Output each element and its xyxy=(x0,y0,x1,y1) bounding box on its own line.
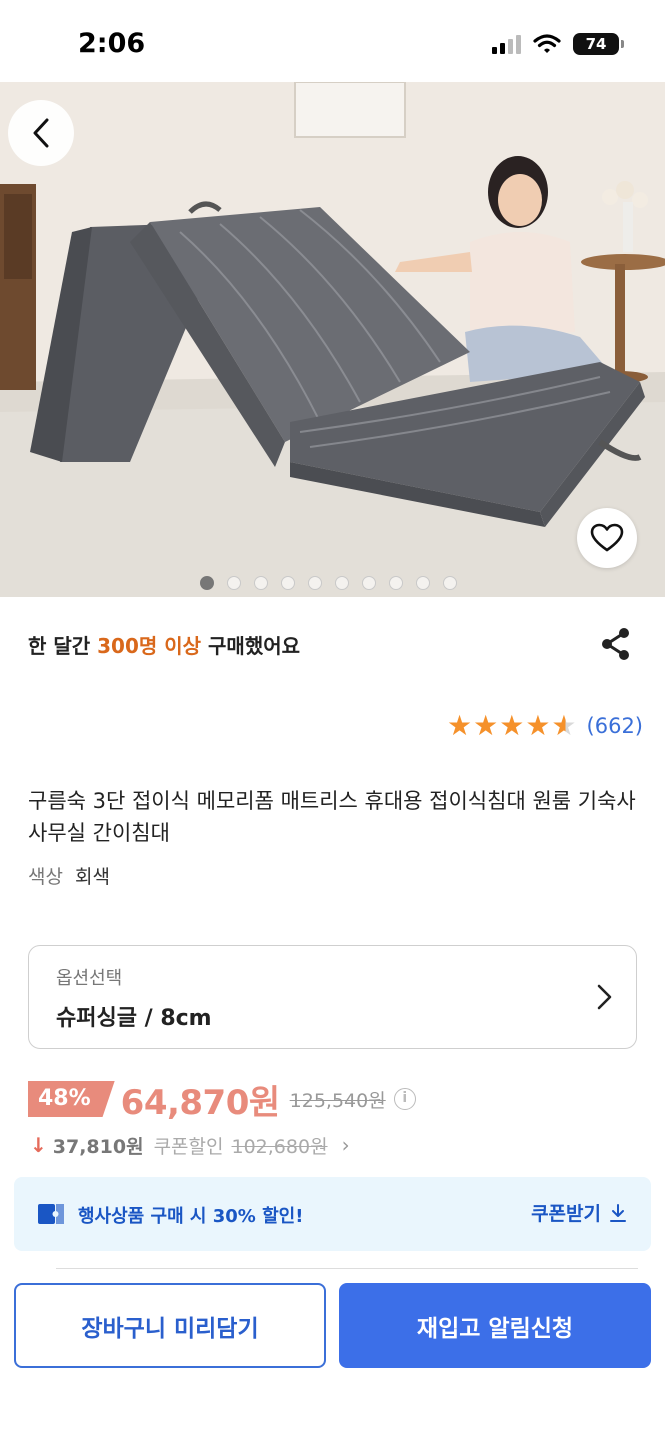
battery-icon: 74 xyxy=(573,33,624,55)
carousel-dot[interactable] xyxy=(443,576,457,590)
review-count[interactable]: (662) xyxy=(587,714,643,738)
chevron-left-icon xyxy=(33,118,49,148)
carousel-dot[interactable] xyxy=(416,576,430,590)
chevron-right-icon xyxy=(597,984,612,1010)
status-bar: 2:06 74 xyxy=(0,0,665,82)
product-photo xyxy=(0,82,665,597)
coupon-price: 37,810원 xyxy=(52,1135,144,1158)
download-icon xyxy=(610,1203,626,1222)
carousel-dot[interactable] xyxy=(281,576,295,590)
carousel-dot[interactable] xyxy=(227,576,241,590)
rating[interactable]: ★ ★ ★ ★ ★ (662) xyxy=(447,712,643,740)
carousel-dot[interactable] xyxy=(200,576,214,590)
discount-badge: 48% xyxy=(28,1081,115,1117)
coupon-price-row[interactable]: ↓ 37,810원 쿠폰할인 102,680원 › xyxy=(30,1130,350,1160)
option-select[interactable]: 옵션선택 슈퍼싱글 / 8cm xyxy=(28,945,637,1049)
cellular-signal-icon xyxy=(492,34,521,54)
carousel-dot[interactable] xyxy=(335,576,349,590)
carousel-dot[interactable] xyxy=(308,576,322,590)
star-rating: ★ ★ ★ ★ ★ xyxy=(447,712,577,740)
social-highlight: 300명 이상 xyxy=(97,634,202,658)
wifi-icon xyxy=(533,34,561,53)
star-icon: ★ xyxy=(551,709,577,742)
promo-text: 행사상품 구매 시 30% 할인! xyxy=(78,1206,304,1227)
status-time: 2:06 xyxy=(78,28,146,59)
coupon-icon xyxy=(38,1204,64,1224)
color-value: 회색 xyxy=(74,866,110,888)
star-icon: ★ xyxy=(446,709,473,742)
purchase-count-text: 한 달간 300명 이상 구매했어요 xyxy=(28,630,300,659)
product-title: 구름숙 3단 접이식 메모리폼 매트리스 휴대용 접이식침대 원룸 기숙사 사무… xyxy=(28,789,636,845)
share-button[interactable] xyxy=(598,626,634,662)
product-image-carousel[interactable] xyxy=(0,82,665,597)
status-icons: 74 xyxy=(492,33,624,55)
coupon-label: 쿠폰할인 xyxy=(153,1135,224,1158)
heart-icon xyxy=(590,523,624,552)
back-button[interactable] xyxy=(8,100,74,166)
option-label: 옵션선택 xyxy=(56,968,123,989)
price-row: 48% 64,870원 125,540원 i xyxy=(28,1078,416,1123)
color-label: 색상 xyxy=(28,866,63,888)
star-icon: ★ xyxy=(473,709,499,742)
star-icon: ★ xyxy=(525,709,551,742)
restock-alert-button[interactable]: 재입고 알림신청 xyxy=(339,1283,651,1368)
carousel-dot[interactable] xyxy=(254,576,268,590)
color-row: 색상 회색 xyxy=(28,862,110,889)
sale-price: 64,870원 xyxy=(120,1082,280,1123)
social-suffix: 구매했어요 xyxy=(201,634,301,658)
carousel-dot[interactable] xyxy=(362,576,376,590)
wishlist-button[interactable] xyxy=(577,508,637,568)
carousel-dot[interactable] xyxy=(389,576,403,590)
divider xyxy=(56,1268,638,1269)
info-icon[interactable]: i xyxy=(393,1088,416,1110)
social-prefix: 한 달간 xyxy=(28,634,98,658)
arrow-down-icon: ↓ xyxy=(30,1133,47,1157)
carousel-dots xyxy=(0,576,665,590)
share-icon xyxy=(602,628,629,660)
chevron-right-icon: › xyxy=(341,1133,350,1157)
get-coupon-button[interactable]: 쿠폰받기 xyxy=(531,1199,627,1226)
add-to-cart-button[interactable]: 장바구니 미리담기 xyxy=(14,1283,326,1368)
option-value: 슈퍼싱글 / 8cm xyxy=(56,1006,212,1031)
coupon-original-price: 102,680원 xyxy=(231,1135,328,1158)
star-icon: ★ xyxy=(499,709,525,742)
promo-banner: 행사상품 구매 시 30% 할인! 쿠폰받기 xyxy=(14,1177,651,1251)
original-price: 125,540원 xyxy=(289,1089,386,1112)
get-coupon-label: 쿠폰받기 xyxy=(531,1203,601,1225)
